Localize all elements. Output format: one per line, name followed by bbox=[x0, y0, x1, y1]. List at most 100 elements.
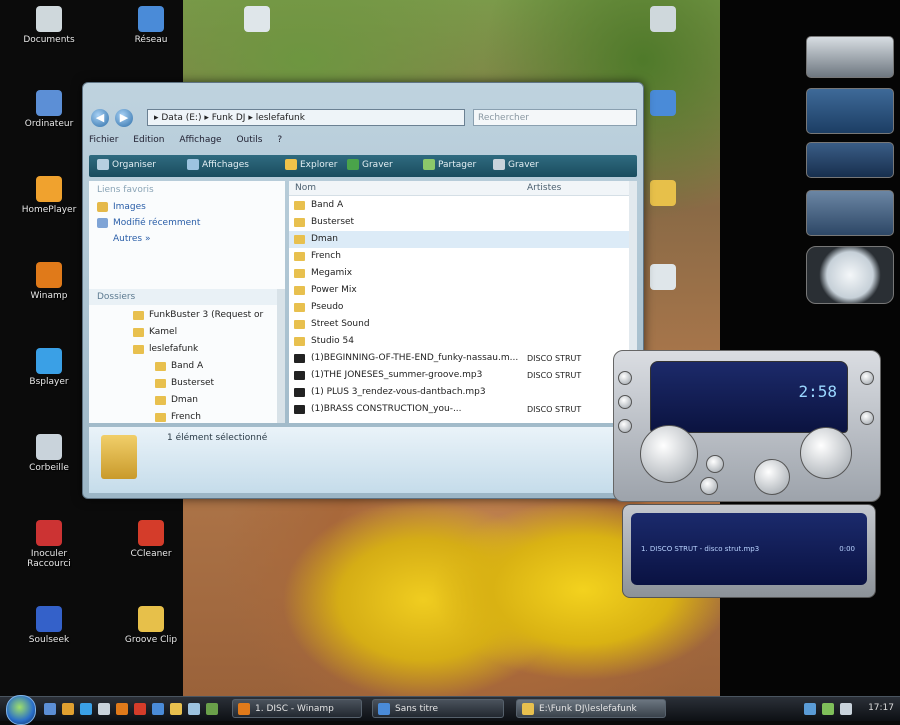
file-row[interactable]: (1)THE JONESES_summer-groove.mp3 DISCO ST… bbox=[289, 367, 629, 384]
quicklaunch-icon[interactable] bbox=[44, 703, 56, 715]
folder-icon bbox=[294, 252, 305, 261]
media-player-window[interactable]: 2:58 bbox=[613, 350, 881, 502]
file-row[interactable]: (1)BRASS CONSTRUCTION_you-... DISCO STRUT bbox=[289, 401, 629, 418]
file-row[interactable]: Megamix bbox=[289, 265, 629, 282]
taskbar-button[interactable]: Sans titre bbox=[372, 699, 504, 718]
quicklaunch-icon[interactable] bbox=[116, 703, 128, 715]
menu-file[interactable]: Fichier bbox=[89, 135, 118, 145]
clock[interactable]: 17:17 bbox=[868, 703, 894, 713]
desktop-icon-label: Groove Clip bbox=[124, 635, 178, 645]
folders-header[interactable]: Dossiers bbox=[89, 289, 285, 305]
explorer-window[interactable]: ◀ ▶ ▸ Data (E:) ▸ Funk DJ ▸ leslefafunk … bbox=[82, 82, 644, 499]
cpu-meter-gadget[interactable] bbox=[806, 36, 894, 78]
desktop-icon[interactable]: Corbeille bbox=[14, 434, 84, 473]
quicklaunch-icon[interactable] bbox=[188, 703, 200, 715]
analog-clock-gadget[interactable] bbox=[806, 246, 894, 304]
tray-icon[interactable] bbox=[822, 703, 834, 715]
clock-digital-gadget[interactable] bbox=[806, 142, 894, 178]
play-pause-button[interactable] bbox=[640, 425, 698, 483]
views-button[interactable]: Affichages bbox=[187, 159, 249, 170]
menu-help[interactable]: ? bbox=[277, 135, 282, 145]
favorite-link-images[interactable]: Images bbox=[89, 199, 285, 215]
volume-icon[interactable] bbox=[840, 703, 852, 715]
back-button[interactable]: ◀ bbox=[91, 109, 109, 127]
file-row[interactable]: Busterset bbox=[289, 214, 629, 231]
player-option-button[interactable] bbox=[618, 371, 632, 385]
file-row[interactable]: French bbox=[289, 248, 629, 265]
tree-item[interactable]: FunkBuster 3 (Request or bbox=[89, 307, 279, 324]
tree-scrollbar[interactable] bbox=[277, 289, 285, 423]
tree-item[interactable]: leslefafunk bbox=[89, 341, 279, 358]
desktop-icon[interactable]: Winamp bbox=[14, 262, 84, 301]
organize-button[interactable]: Organiser bbox=[97, 159, 156, 170]
menu-tools[interactable]: Outils bbox=[236, 135, 262, 145]
file-row[interactable]: Street Sound bbox=[289, 316, 629, 333]
start-button[interactable] bbox=[6, 695, 36, 725]
quicklaunch-icon[interactable] bbox=[152, 703, 164, 715]
network-gadget[interactable] bbox=[806, 88, 894, 134]
file-row[interactable]: (1) PLUS 3_rendez-vous-dantbach.mp3 bbox=[289, 384, 629, 401]
desktop-icon[interactable]: Bsplayer bbox=[14, 348, 84, 387]
desktop-icon[interactable] bbox=[222, 6, 292, 35]
task-label: Sans titre bbox=[395, 704, 439, 714]
app-icon bbox=[36, 606, 62, 632]
favorite-link-more[interactable]: Autres » bbox=[89, 231, 285, 247]
quicklaunch-icon[interactable] bbox=[206, 703, 218, 715]
file-row[interactable]: Band A bbox=[289, 197, 629, 214]
folder-icon bbox=[97, 202, 108, 212]
address-bar[interactable]: ▸ Data (E:) ▸ Funk DJ ▸ leslefafunk bbox=[147, 109, 465, 126]
menu-edit[interactable]: Edition bbox=[133, 135, 164, 145]
burn-button[interactable]: Graver bbox=[347, 159, 393, 170]
taskbar-button[interactable]: E:\Funk DJ\leslefafunk bbox=[516, 699, 666, 718]
player-option-button[interactable] bbox=[618, 395, 632, 409]
tree-item[interactable]: Dman bbox=[89, 392, 279, 409]
file-row[interactable]: Dman bbox=[289, 231, 629, 248]
desktop-icon[interactable]: CCleaner bbox=[116, 520, 186, 559]
desktop-icon[interactable]: Inoculer Raccourci bbox=[14, 520, 84, 569]
tray-icon[interactable] bbox=[804, 703, 816, 715]
file-row[interactable]: (1)BEGINNING-OF-THE-END_funky-nassau.m..… bbox=[289, 350, 629, 367]
file-row[interactable]: Power Mix bbox=[289, 282, 629, 299]
tree-item[interactable]: Busterset bbox=[89, 375, 279, 392]
file-list: Band A Busterset Dman French Megamix Power Mi… bbox=[289, 197, 629, 418]
explore-button[interactable]: Explorer bbox=[285, 159, 337, 170]
quicklaunch-icon[interactable] bbox=[170, 703, 182, 715]
stop-button[interactable] bbox=[754, 459, 790, 495]
column-artist[interactable]: Artistes bbox=[527, 181, 561, 195]
burn-disc-button[interactable]: Graver bbox=[493, 159, 539, 170]
tree-item[interactable]: Kamel bbox=[89, 324, 279, 341]
forward-button[interactable]: ▶ bbox=[115, 109, 133, 127]
quicklaunch-icon[interactable] bbox=[134, 703, 146, 715]
quicklaunch-icon[interactable] bbox=[62, 703, 74, 715]
file-row[interactable]: Studio 54 bbox=[289, 333, 629, 350]
next-button[interactable] bbox=[700, 477, 718, 495]
tree-item[interactable]: French bbox=[89, 409, 279, 426]
player-option-button[interactable] bbox=[860, 371, 874, 385]
navigation-pad[interactable] bbox=[800, 427, 852, 479]
desktop-icon[interactable]: Groove Clip bbox=[116, 606, 186, 645]
playlist-entry[interactable]: 1. DISCO STRUT - disco strut.mp3 bbox=[641, 545, 759, 553]
quicklaunch-icon[interactable] bbox=[80, 703, 92, 715]
desktop-icon[interactable]: Ordinateur bbox=[14, 90, 84, 129]
player-option-button[interactable] bbox=[618, 419, 632, 433]
desktop-icon[interactable]: HomePlayer bbox=[14, 176, 84, 215]
search-input[interactable]: Rechercher bbox=[473, 109, 637, 126]
taskbar-button[interactable]: 1. DISC - Winamp bbox=[232, 699, 362, 718]
favorite-link-recent[interactable]: Modifié récemment bbox=[89, 215, 285, 231]
file-row[interactable]: Pseudo bbox=[289, 299, 629, 316]
app-icon bbox=[36, 348, 62, 374]
share-button[interactable]: Partager bbox=[423, 159, 476, 170]
tree-item-label: FunkBuster 3 (Request or bbox=[149, 310, 264, 320]
playlist-window[interactable]: 1. DISCO STRUT - disco strut.mp3 0:00 bbox=[622, 504, 876, 598]
media-gadget[interactable] bbox=[806, 190, 894, 236]
column-name[interactable]: Nom bbox=[295, 181, 316, 195]
menu-view[interactable]: Affichage bbox=[179, 135, 221, 145]
desktop-icon[interactable]: Réseau bbox=[116, 6, 186, 45]
desktop-icon[interactable] bbox=[628, 6, 698, 35]
desktop-icon[interactable]: Soulseek bbox=[14, 606, 84, 645]
previous-button[interactable] bbox=[706, 455, 724, 473]
quicklaunch-icon[interactable] bbox=[98, 703, 110, 715]
player-option-button[interactable] bbox=[860, 411, 874, 425]
desktop-icon[interactable]: Documents bbox=[14, 6, 84, 45]
tree-item[interactable]: Band A bbox=[89, 358, 279, 375]
